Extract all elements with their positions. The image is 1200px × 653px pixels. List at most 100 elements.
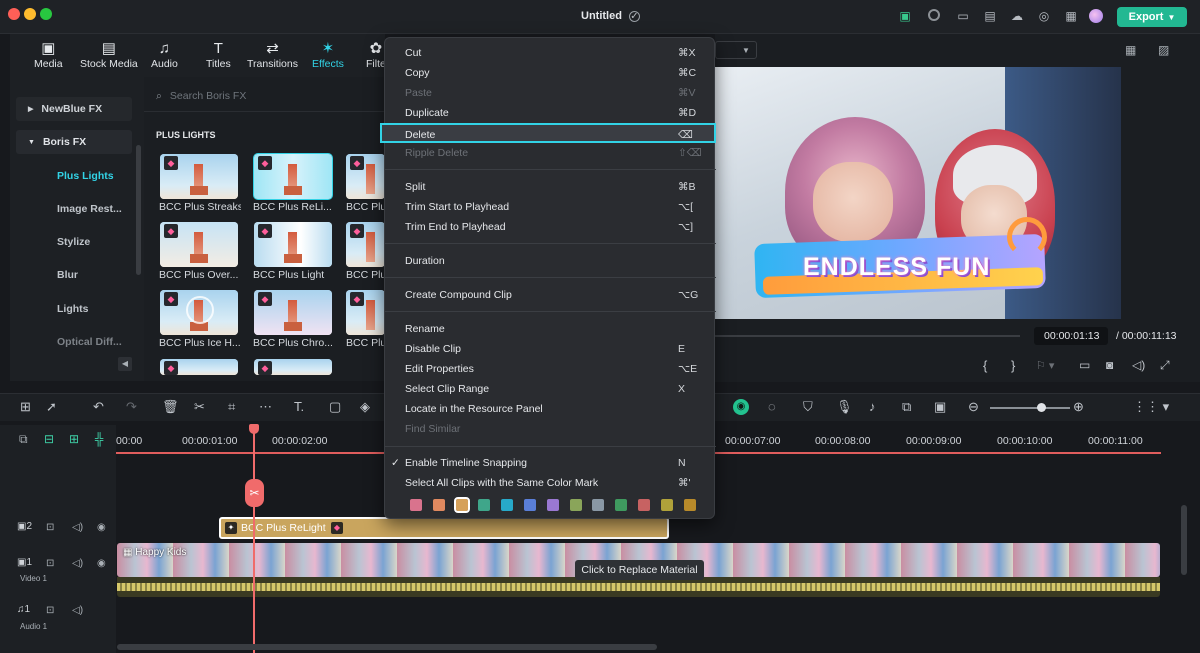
audio-split-icon[interactable]: ⋯	[259, 400, 272, 414]
color-mark-swatch[interactable]	[569, 499, 582, 511]
volume-icon[interactable]: ◁)	[1132, 358, 1145, 372]
add-track-icon[interactable]: ⧉	[19, 432, 28, 447]
layout-grid-icon[interactable]: ⊞	[20, 400, 31, 414]
effect-thumbnail[interactable]: ◆	[254, 359, 332, 375]
undo-icon[interactable]: ↶	[93, 400, 104, 414]
color-mark-swatch[interactable]	[432, 499, 445, 511]
screen-record-icon[interactable]: ⧉	[902, 400, 911, 414]
headset-icon[interactable]: ◎	[1037, 9, 1051, 23]
menu-item-find-similar[interactable]: Find Similar	[385, 419, 716, 439]
menu-item-edit-properties[interactable]: Edit Properties ⌥E	[385, 359, 716, 379]
effect-thumbnail[interactable]: ◆	[160, 290, 238, 335]
save-icon[interactable]: ▤	[983, 9, 997, 23]
avatar[interactable]	[1089, 9, 1103, 23]
color-mark-swatch[interactable]	[592, 499, 605, 511]
export-button[interactable]: Export ▼	[1117, 7, 1187, 27]
menu-item-duplicate[interactable]: Duplicate ⌘D	[385, 103, 716, 123]
effect-clip[interactable]: ✦ BCC Plus ReLight ◆	[219, 517, 669, 539]
tab-filters[interactable]: ✿ Filte	[366, 40, 386, 70]
menu-item-cut[interactable]: Cut ⌘X	[385, 43, 716, 63]
audio-mixer-icon[interactable]: ♪	[869, 400, 876, 414]
close-window-button[interactable]	[8, 8, 20, 20]
sidebar-item-image-restoration[interactable]: Image Rest...	[10, 197, 132, 221]
eye-icon[interactable]: ◉	[97, 558, 106, 569]
sidebar-item-plus-lights[interactable]: Plus Lights	[10, 164, 132, 188]
menu-item-create-compound-clip[interactable]: Create Compound Clip ⌥G	[385, 285, 716, 305]
color-mark-swatch[interactable]	[501, 499, 514, 511]
color-mark-swatch[interactable]	[546, 499, 559, 511]
crop-icon[interactable]: ⌗	[228, 400, 235, 414]
split-scissors-icon[interactable]: ✂	[245, 479, 264, 507]
snap-icon[interactable]: ╬	[95, 432, 104, 446]
snapshot-icon[interactable]: ◙	[1106, 358, 1113, 372]
menu-item-split[interactable]: Split ⌘B	[385, 177, 716, 197]
sidebar-item-blur[interactable]: Blur	[10, 263, 132, 287]
cloud-icon[interactable]: ☁	[1010, 9, 1024, 23]
current-time[interactable]: 00:00:01:13	[1034, 327, 1108, 345]
menu-item-enable-snapping[interactable]: ✓ Enable Timeline Snapping N	[385, 453, 716, 473]
sidebar-item-optical-diffusion[interactable]: Optical Diff...	[10, 330, 132, 354]
tab-stock-media[interactable]: ▤ Stock Media	[80, 40, 138, 70]
marker-icon[interactable]: ⚐ ▾	[1036, 359, 1054, 372]
text-tool-icon[interactable]: T.	[294, 400, 304, 414]
select-tool-icon[interactable]: ➚	[46, 400, 57, 414]
playhead-handle[interactable]	[249, 424, 259, 434]
tab-transitions[interactable]: ⇄ Transitions	[247, 40, 298, 70]
menu-item-locate-resource[interactable]: Locate in the Resource Panel	[385, 399, 716, 419]
layout-icon[interactable]: ▭	[956, 9, 970, 23]
menu-item-delete[interactable]: Delete ⌫	[380, 123, 716, 143]
fullscreen-icon[interactable]: ⤢	[1160, 358, 1170, 373]
render-icon[interactable]: ▣	[934, 400, 946, 414]
mute-icon[interactable]: ◁)	[72, 558, 83, 569]
motion-tracking-icon[interactable]: ◌	[768, 400, 776, 414]
timeline-horizontal-scrollbar[interactable]	[117, 644, 657, 650]
split-icon[interactable]: ✂	[194, 400, 205, 414]
menu-item-copy[interactable]: Copy ⌘C	[385, 63, 716, 83]
effect-thumbnail[interactable]: ◆	[160, 359, 238, 375]
menu-item-disable-clip[interactable]: Disable Clip E	[385, 339, 716, 359]
mark-out-icon[interactable]: }	[1011, 358, 1015, 373]
tab-effects[interactable]: ✶ Effects	[312, 40, 344, 70]
menu-item-duration[interactable]: Duration	[385, 251, 716, 271]
link-icon[interactable]: ⊟	[44, 432, 54, 446]
minimize-window-button[interactable]	[24, 8, 36, 20]
menu-item-trim-end[interactable]: Trim End to Playhead ⌥]	[385, 217, 716, 237]
mute-icon[interactable]: ◁)	[72, 522, 83, 533]
grid-view-icon[interactable]: ▦	[1125, 43, 1136, 57]
ai-assistant-icon[interactable]: ◉	[733, 399, 749, 415]
sidebar-item-boris-fx[interactable]: ▼ Boris FX	[16, 130, 132, 154]
microphone-icon[interactable]: 🎙	[836, 400, 853, 414]
effect-thumbnail[interactable]: ◆	[346, 290, 385, 335]
menu-item-trim-start[interactable]: Trim Start to Playhead ⌥[	[385, 197, 716, 217]
menu-item-select-clip-range[interactable]: Select Clip Range X	[385, 379, 716, 399]
color-match-icon[interactable]: ◈	[360, 400, 370, 414]
sidebar-item-newblue-fx[interactable]: ▶ NewBlue FX	[16, 97, 132, 121]
sidebar-scrollbar[interactable]	[136, 145, 141, 275]
sidebar-item-lights[interactable]: Lights	[10, 297, 132, 321]
lock-icon[interactable]: ⊡	[46, 558, 54, 569]
effect-thumbnail[interactable]: ◆	[346, 222, 385, 267]
color-mark-swatch[interactable]	[615, 499, 628, 511]
playhead[interactable]	[253, 425, 255, 653]
color-mark-swatch[interactable]	[524, 499, 536, 511]
color-mark-swatch[interactable]	[683, 499, 696, 511]
maximize-window-button[interactable]	[40, 8, 52, 20]
delete-icon[interactable]: 🗑	[162, 400, 179, 414]
color-mark-swatch[interactable]	[638, 499, 650, 511]
effect-thumbnail[interactable]: ◆	[254, 222, 332, 267]
effect-thumbnail[interactable]: ◆	[346, 154, 385, 199]
color-mark-swatch[interactable]	[478, 499, 491, 511]
timeline-settings-icon[interactable]: ⋮⋮ ▾	[1133, 400, 1169, 414]
effects-search[interactable]: ⌕ Search Boris FX	[156, 87, 376, 105]
eye-icon[interactable]: ◉	[97, 522, 106, 533]
shield-icon[interactable]: ⛉	[803, 400, 813, 414]
preview-quality-dropdown[interactable]: ▼	[715, 41, 757, 59]
collapse-panel-button[interactable]: ◀	[118, 357, 132, 371]
display-icon[interactable]: ▭	[1079, 358, 1090, 372]
mute-icon[interactable]: ◁)	[72, 605, 83, 616]
color-mark-swatch[interactable]	[410, 499, 422, 511]
timeline-vertical-scrollbar[interactable]	[1181, 505, 1187, 575]
effect-thumbnail[interactable]: ◆	[253, 153, 333, 200]
mark-in-icon[interactable]: {	[983, 358, 987, 373]
menu-item-select-same-color[interactable]: Select All Clips with the Same Color Mar…	[385, 473, 716, 493]
